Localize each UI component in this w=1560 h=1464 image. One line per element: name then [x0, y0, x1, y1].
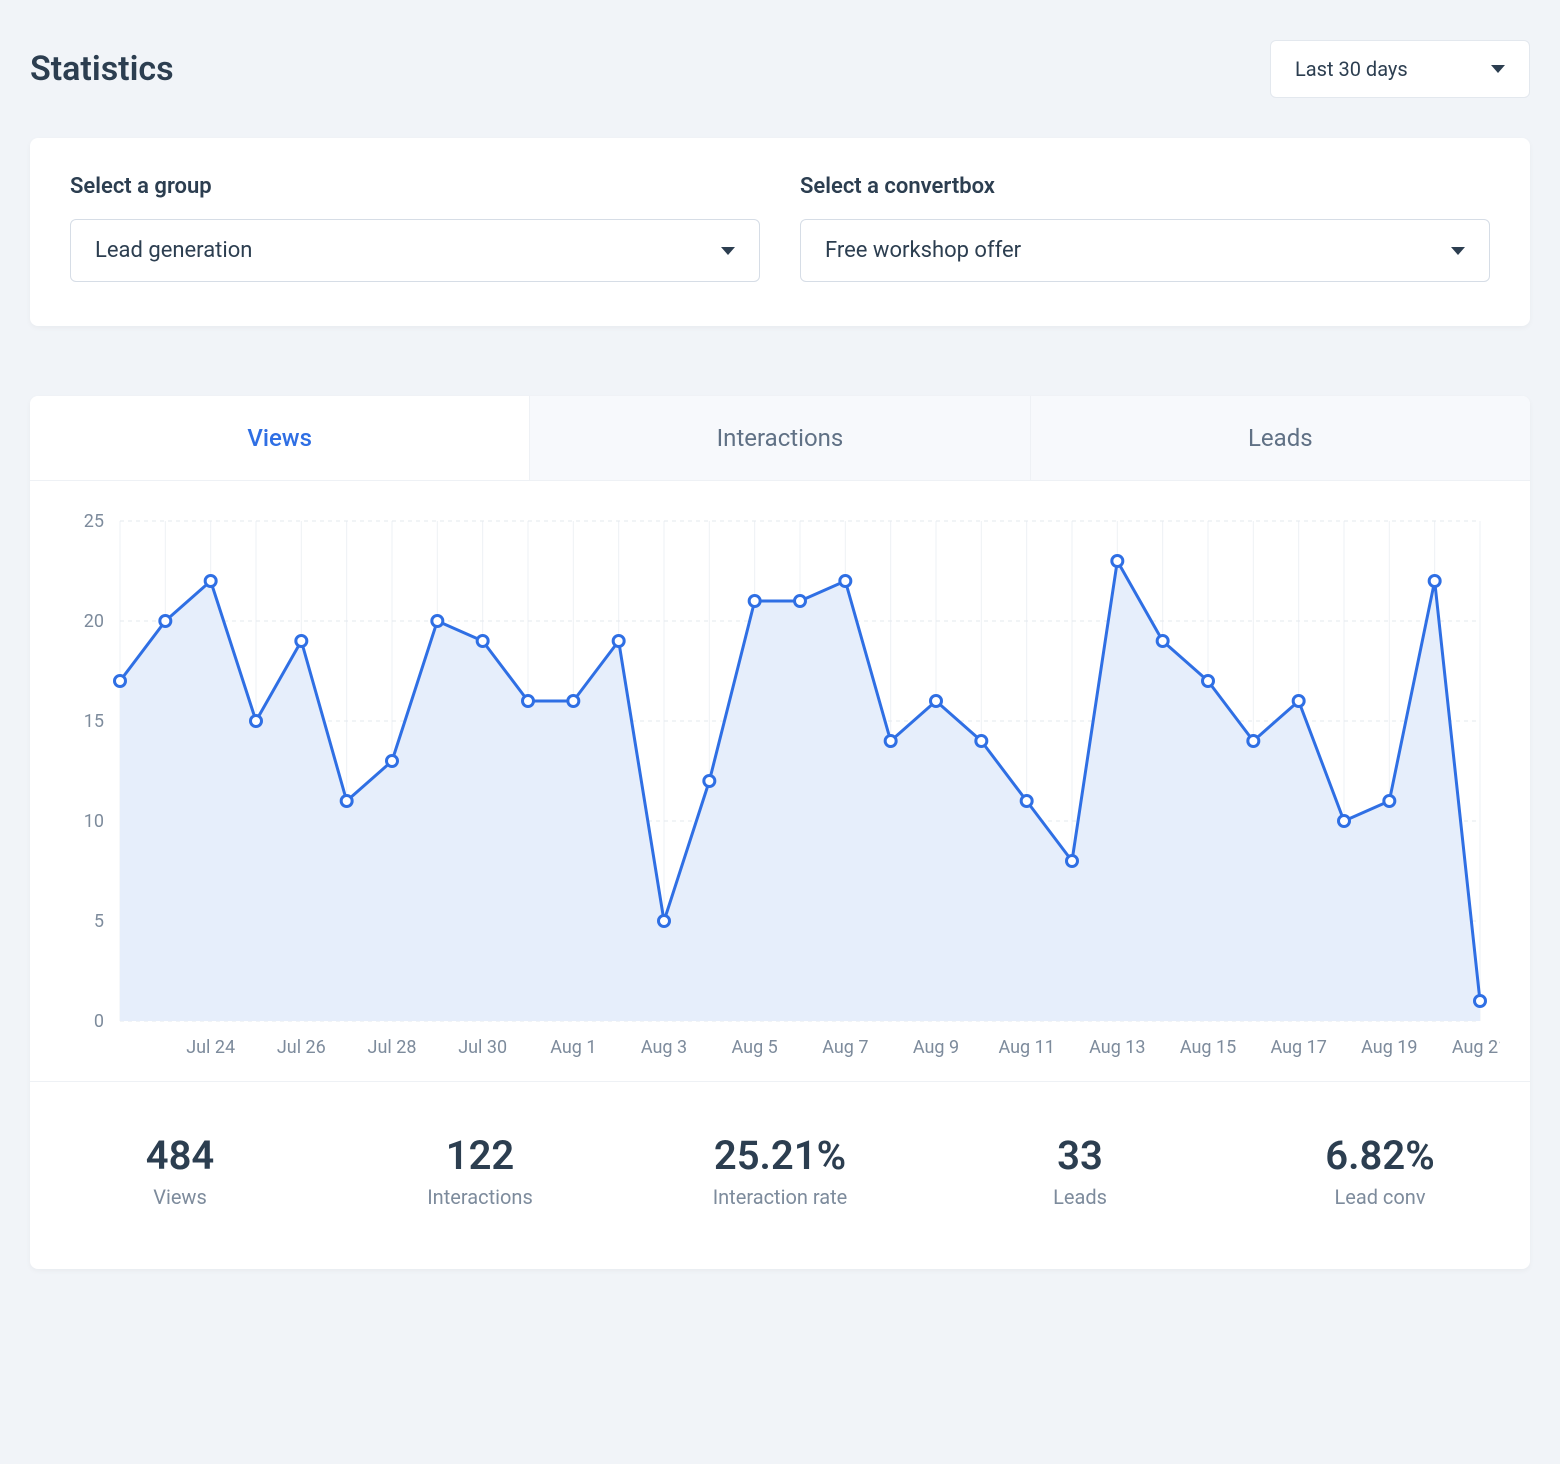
svg-text:Aug 5: Aug 5	[732, 1037, 778, 1058]
tab-interactions[interactable]: Interactions	[530, 396, 1030, 480]
svg-text:Aug 15: Aug 15	[1180, 1037, 1236, 1058]
svg-text:Aug 21: Aug 21	[1452, 1037, 1500, 1058]
svg-text:Jul 24: Jul 24	[186, 1037, 235, 1058]
group-select-value: Lead generation	[95, 238, 252, 263]
page-title: Statistics	[30, 49, 174, 89]
svg-text:10: 10	[84, 811, 104, 832]
group-select[interactable]: Lead generation	[70, 219, 760, 282]
svg-text:Aug 1: Aug 1	[550, 1037, 596, 1058]
date-range-select[interactable]: Last 30 days	[1270, 40, 1530, 98]
chart-tabs: ViewsInteractionsLeads	[30, 396, 1530, 480]
stat-label: Interactions	[330, 1185, 630, 1209]
stat-label: Lead conv	[1230, 1185, 1530, 1209]
caret-down-icon	[721, 247, 735, 255]
group-filter-label: Select a group	[70, 174, 760, 199]
svg-text:15: 15	[84, 711, 104, 732]
stat-value: 484	[30, 1132, 330, 1179]
svg-text:25: 25	[84, 511, 104, 532]
stat-views: 484 Views	[30, 1132, 330, 1209]
svg-text:5: 5	[94, 911, 104, 932]
tab-leads[interactable]: Leads	[1031, 396, 1530, 480]
svg-text:0: 0	[94, 1011, 104, 1032]
stat-leads: 33 Leads	[930, 1132, 1230, 1209]
svg-text:Jul 28: Jul 28	[368, 1037, 417, 1058]
svg-text:Aug 19: Aug 19	[1361, 1037, 1417, 1058]
stat-label: Views	[30, 1185, 330, 1209]
date-range-label: Last 30 days	[1295, 57, 1408, 81]
stat-value: 25.21%	[630, 1132, 930, 1179]
svg-text:Jul 30: Jul 30	[458, 1037, 507, 1058]
convertbox-select[interactable]: Free workshop offer	[800, 219, 1490, 282]
stat-label: Interaction rate	[630, 1185, 930, 1209]
svg-text:20: 20	[84, 611, 104, 632]
stat-label: Leads	[930, 1185, 1230, 1209]
convertbox-select-value: Free workshop offer	[825, 238, 1021, 263]
tab-views[interactable]: Views	[30, 396, 530, 480]
stat-value: 122	[330, 1132, 630, 1179]
svg-text:Aug 3: Aug 3	[641, 1037, 687, 1058]
views-chart: 0 5 10 15 20 25 Jul 24 Jul 26 Jul 28 Jul 30 Aug 1 A…	[60, 511, 1500, 1071]
convertbox-filter-label: Select a convertbox	[800, 174, 1490, 199]
svg-text:Aug 11: Aug 11	[998, 1037, 1054, 1058]
svg-text:Aug 7: Aug 7	[822, 1037, 868, 1058]
svg-text:Aug 13: Aug 13	[1089, 1037, 1145, 1058]
stat-interactions: 122 Interactions	[330, 1132, 630, 1209]
svg-text:Aug 17: Aug 17	[1270, 1037, 1326, 1058]
stat-value: 33	[930, 1132, 1230, 1179]
filters-card: Select a group Lead generation Select a …	[30, 138, 1530, 326]
caret-down-icon	[1491, 65, 1505, 73]
stat-lead-conv: 6.82% Lead conv	[1230, 1132, 1530, 1209]
svg-text:Jul 26: Jul 26	[277, 1037, 326, 1058]
stats-row: 484 Views122 Interactions25.21% Interaction…	[30, 1081, 1530, 1269]
stat-value: 6.82%	[1230, 1132, 1530, 1179]
stat-interaction-rate: 25.21% Interaction rate	[630, 1132, 930, 1209]
caret-down-icon	[1451, 247, 1465, 255]
chart-card: ViewsInteractionsLeads 0510152025Jul 24J…	[30, 396, 1530, 1269]
svg-text:Aug 9: Aug 9	[913, 1037, 959, 1058]
